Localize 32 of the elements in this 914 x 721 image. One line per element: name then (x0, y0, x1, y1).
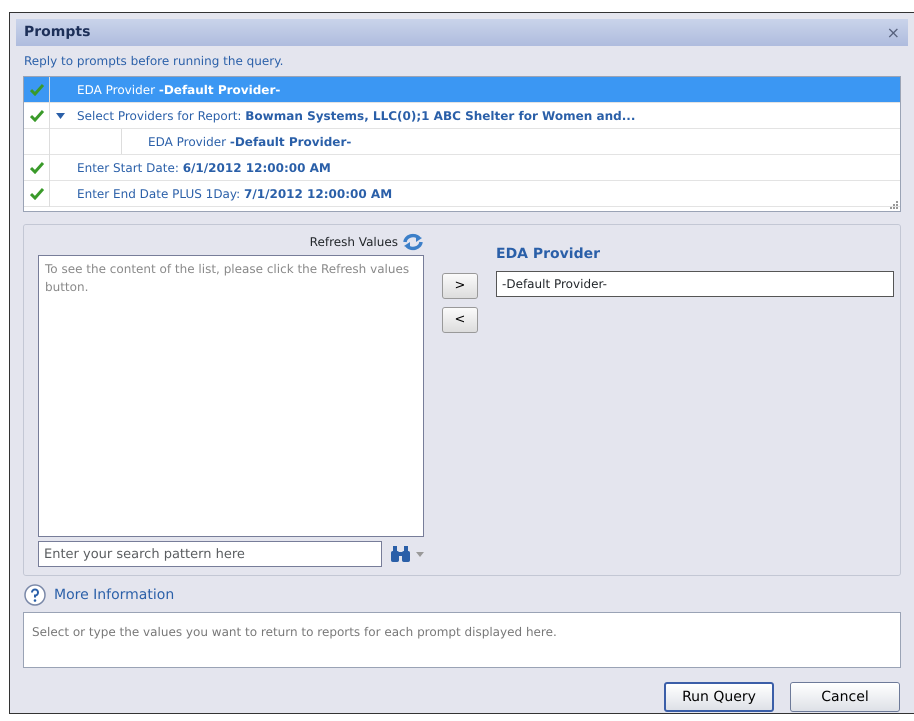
prompt-row[interactable]: EDA Provider -Default Provider- (24, 129, 900, 155)
empty-list-message: To see the content of the list, please click the Refresh values button. (45, 261, 410, 296)
check-icon (30, 84, 44, 96)
prompt-row[interactable]: Enter Start Date: 6/1/2012 12:00:00 AM (24, 155, 900, 181)
prompt-row[interactable]: Enter End Date PLUS 1Day: 7/1/2012 12:00:00 AM (24, 181, 900, 207)
run-query-button[interactable]: Run Query (664, 682, 774, 712)
more-information-link[interactable]: More Information (54, 584, 174, 606)
refresh-icon[interactable] (402, 233, 424, 251)
close-button[interactable]: × (886, 22, 900, 43)
check-icon (30, 110, 44, 122)
help-icon[interactable] (24, 584, 46, 606)
check-icon (30, 162, 44, 174)
window-title: Prompts (24, 23, 90, 42)
resize-grip-icon[interactable] (890, 201, 898, 209)
move-button[interactable]: < (442, 307, 478, 333)
prompt-text: EDA Provider -Default Provider- (147, 134, 352, 150)
prompt-text: EDA Provider -Default Provider- (76, 82, 280, 98)
expand-arrow-icon[interactable] (56, 112, 65, 118)
prompt-text: Select Providers for Report: Bowman Systems, LLC(0);1 ABC Shelter for Women and... (76, 108, 636, 124)
cancel-button[interactable]: Cancel (790, 682, 900, 712)
prompt-text: Enter End Date PLUS 1Day: 7/1/2012 12:00:00 AM (76, 186, 392, 202)
instruction-text: Reply to prompts before running the query. (23, 53, 284, 70)
binoculars-icon[interactable] (390, 545, 412, 563)
prompt-text: Enter Start Date: 6/1/2012 12:00:00 AM (76, 160, 331, 176)
check-icon (30, 188, 44, 200)
search-field[interactable]: Enter your search pattern here (38, 541, 382, 567)
selected-value-field[interactable]: -Default Provider- (496, 271, 894, 297)
selected-values-title: EDA Provider (496, 245, 602, 264)
description-text: Select or type the values you want to return to reports for each prompt displayed here. (23, 612, 901, 668)
prompt-row[interactable]: Select Providers for Report: Bowman Systems, LLC(0);1 ABC Shelter for Women and... (24, 103, 900, 129)
refresh-label: Refresh Values (310, 234, 398, 251)
move-button[interactable]: > (442, 273, 478, 299)
